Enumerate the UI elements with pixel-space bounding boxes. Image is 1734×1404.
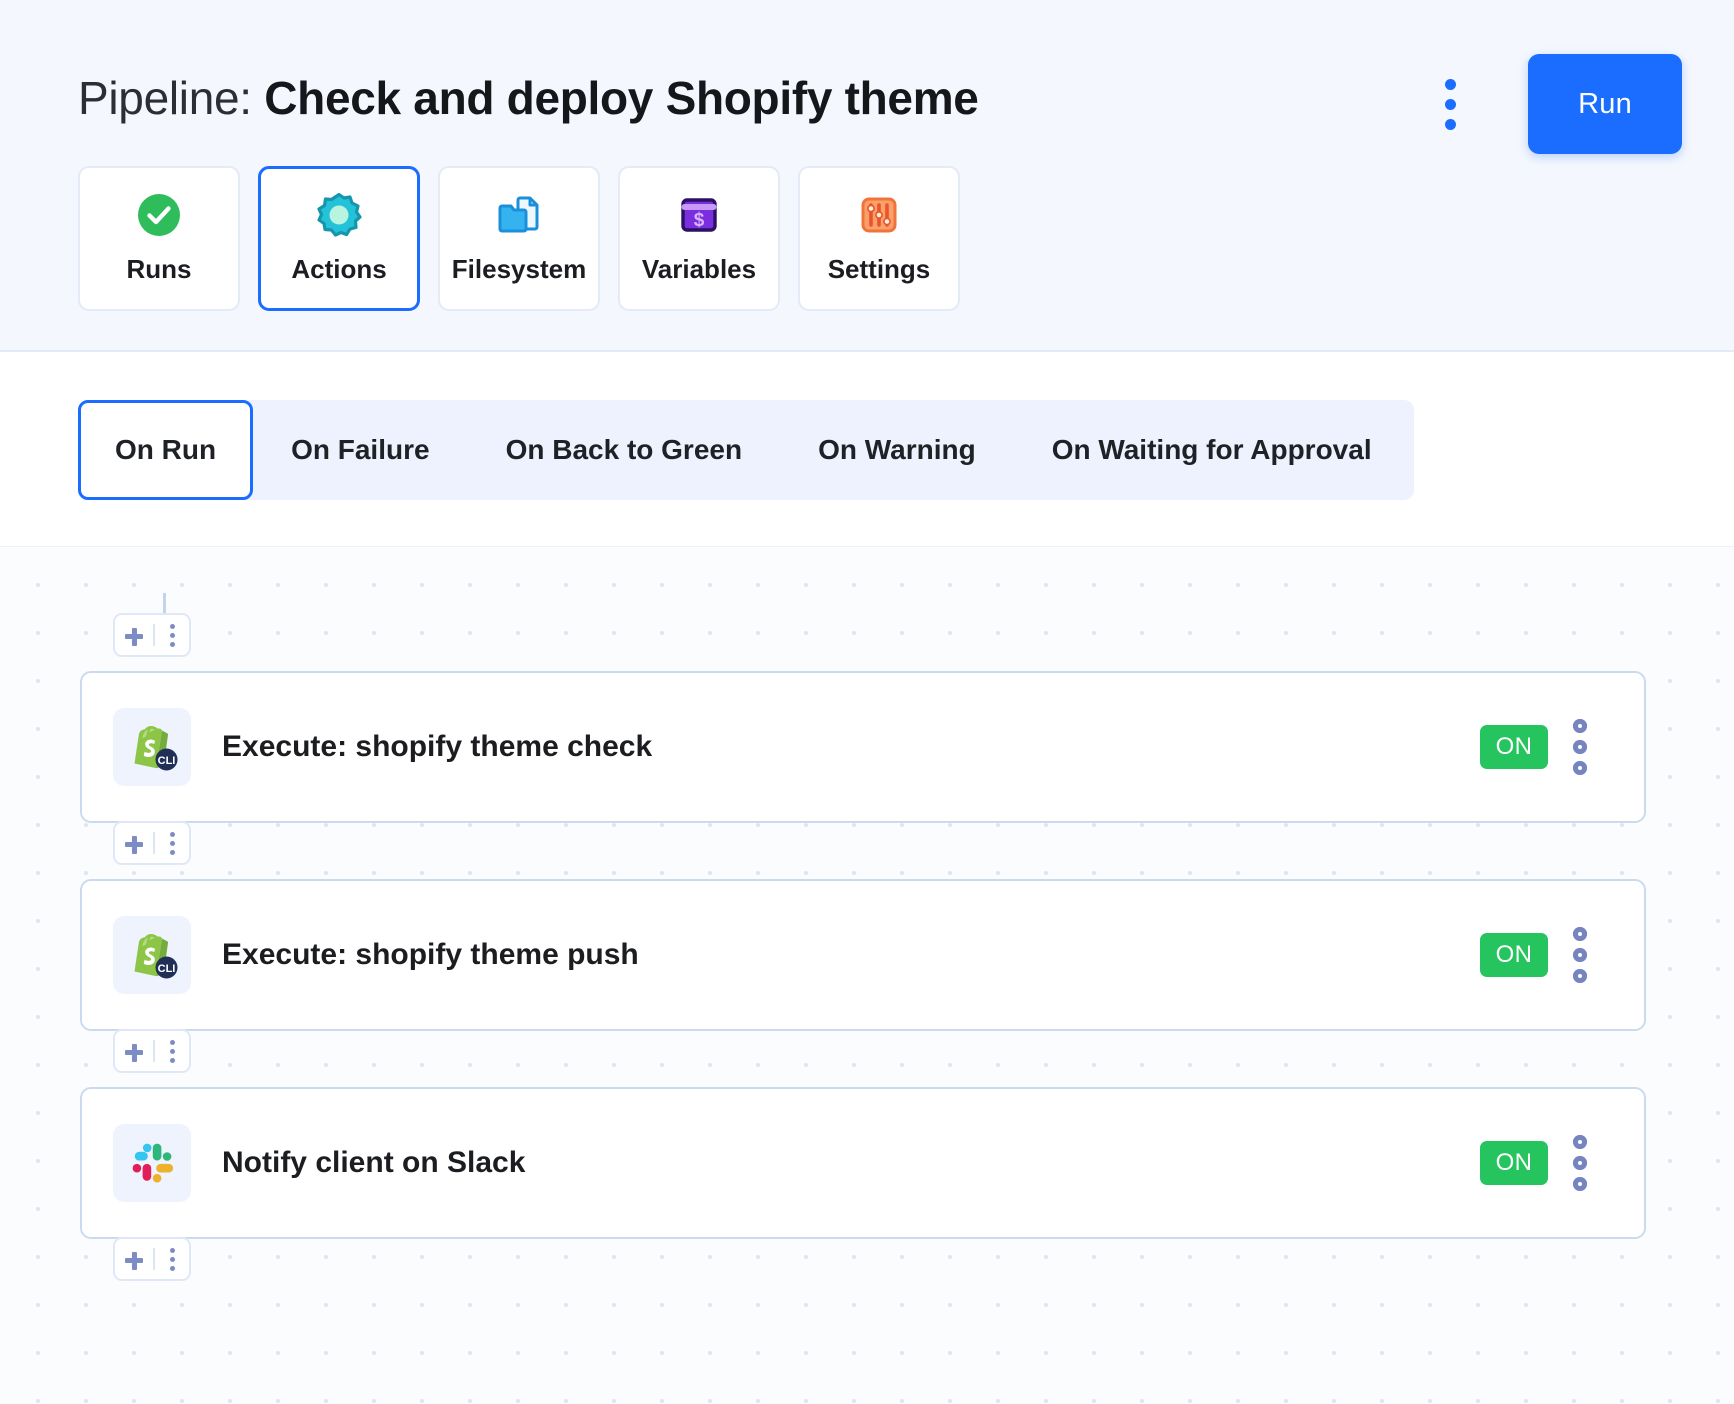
- nav-card-settings[interactable]: Settings: [798, 166, 960, 311]
- action-toggle[interactable]: ON: [1480, 933, 1548, 977]
- add-action-pill[interactable]: [113, 613, 191, 657]
- nav-card-label: Settings: [827, 254, 931, 284]
- kebab-menu-icon[interactable]: [1548, 707, 1612, 787]
- kebab-menu-icon[interactable]: [1548, 1123, 1612, 1203]
- kebab-dot: [169, 1256, 175, 1262]
- kebab-menu-icon[interactable]: [155, 831, 189, 855]
- sliders-icon: [856, 192, 902, 238]
- kebab-dot: [169, 831, 175, 837]
- kebab-menu-icon[interactable]: [1548, 915, 1612, 995]
- action-label: Execute: shopify theme check: [222, 730, 653, 763]
- kebab-dot: [1573, 969, 1587, 983]
- kebab-menu-icon[interactable]: [1428, 73, 1472, 135]
- tab-on-warning[interactable]: On Warning: [780, 400, 1014, 500]
- kebab-dot: [169, 641, 175, 647]
- action-label: Execute: shopify theme push: [222, 938, 639, 971]
- kebab-menu-icon[interactable]: [155, 623, 189, 647]
- kebab-dot: [1444, 78, 1456, 90]
- tab-on-waiting-for-approval[interactable]: On Waiting for Approval: [1014, 400, 1410, 500]
- kebab-menu-icon[interactable]: [155, 1039, 189, 1063]
- kebab-dot: [169, 1048, 175, 1054]
- check-circle-icon: [136, 192, 182, 238]
- shopify-cli-icon: CLI: [113, 916, 191, 994]
- kebab-dot: [1444, 98, 1456, 110]
- header-actions: Run: [1428, 48, 1734, 160]
- nav-card-runs[interactable]: Runs: [78, 166, 240, 311]
- action-card[interactable]: CLI Execute: shopify theme push ON: [80, 879, 1646, 1031]
- kebab-dot: [169, 1247, 175, 1253]
- nav-card-label: Runs: [126, 254, 192, 284]
- kebab-dot: [1573, 761, 1587, 775]
- nav-card-filesystem[interactable]: Filesystem: [438, 166, 600, 311]
- kebab-dot: [1573, 1156, 1587, 1170]
- action-card[interactable]: CLI Execute: shopify theme check ON: [80, 671, 1646, 823]
- plus-icon[interactable]: [115, 823, 153, 863]
- tab-on-run[interactable]: On Run: [78, 400, 254, 500]
- add-action-pill[interactable]: [113, 1237, 191, 1281]
- svg-text:CLI: CLI: [158, 755, 176, 767]
- kebab-dot: [169, 1039, 175, 1045]
- kebab-dot: [1573, 719, 1587, 733]
- page-header: Pipeline: Check and deploy Shopify theme…: [0, 0, 1734, 352]
- page-title-prefix: Pipeline:: [78, 72, 265, 124]
- add-action-pill[interactable]: [113, 821, 191, 865]
- kebab-dot: [1573, 948, 1587, 962]
- action-card[interactable]: Notify client on Slack ON: [80, 1087, 1646, 1239]
- kebab-dot: [169, 632, 175, 638]
- kebab-dot: [169, 849, 175, 855]
- nav-card-label: Variables: [641, 254, 757, 284]
- dollar-window-icon: $: [676, 192, 722, 238]
- action-label: Notify client on Slack: [222, 1146, 526, 1179]
- kebab-dot: [1573, 1177, 1587, 1191]
- action-toggle[interactable]: ON: [1480, 725, 1548, 769]
- nav-card-label: Filesystem: [451, 254, 587, 284]
- run-button[interactable]: Run: [1528, 54, 1682, 154]
- kebab-dot: [169, 1265, 175, 1271]
- svg-text:$: $: [694, 210, 705, 231]
- kebab-menu-icon[interactable]: [155, 1247, 189, 1271]
- tab-on-back-to-green[interactable]: On Back to Green: [468, 400, 781, 500]
- nav-card-variables[interactable]: $ Variables: [618, 166, 780, 311]
- kebab-dot: [1573, 927, 1587, 941]
- plus-icon[interactable]: [115, 1239, 153, 1279]
- tab-on-failure[interactable]: On Failure: [253, 400, 467, 500]
- slack-icon: [113, 1124, 191, 1202]
- svg-text:CLI: CLI: [158, 963, 176, 975]
- folder-file-icon: [496, 192, 542, 238]
- page-title-name: Check and deploy Shopify theme: [264, 72, 979, 124]
- title-row: Pipeline: Check and deploy Shopify theme…: [78, 48, 1734, 160]
- kebab-dot: [169, 840, 175, 846]
- plus-icon[interactable]: [115, 1031, 153, 1071]
- gear-icon: [316, 192, 362, 238]
- trigger-tab-bar: On Run On Failure On Back to Green On Wa…: [78, 400, 1414, 500]
- pipeline-canvas: CLI Execute: shopify theme check ON CLI …: [0, 546, 1734, 1404]
- plus-icon[interactable]: [115, 615, 153, 655]
- kebab-dot: [1573, 1135, 1587, 1149]
- kebab-dot: [1573, 740, 1587, 754]
- kebab-dot: [1444, 118, 1456, 130]
- action-toggle[interactable]: ON: [1480, 1141, 1548, 1185]
- nav-card-label: Actions: [291, 254, 387, 284]
- nav-card-actions[interactable]: Actions: [258, 166, 420, 311]
- kebab-dot: [169, 623, 175, 629]
- kebab-dot: [169, 1057, 175, 1063]
- shopify-cli-icon: CLI: [113, 708, 191, 786]
- add-action-pill[interactable]: [113, 1029, 191, 1073]
- nav-card-list: Runs Actions Filesystem $ Variables Sett…: [78, 166, 960, 311]
